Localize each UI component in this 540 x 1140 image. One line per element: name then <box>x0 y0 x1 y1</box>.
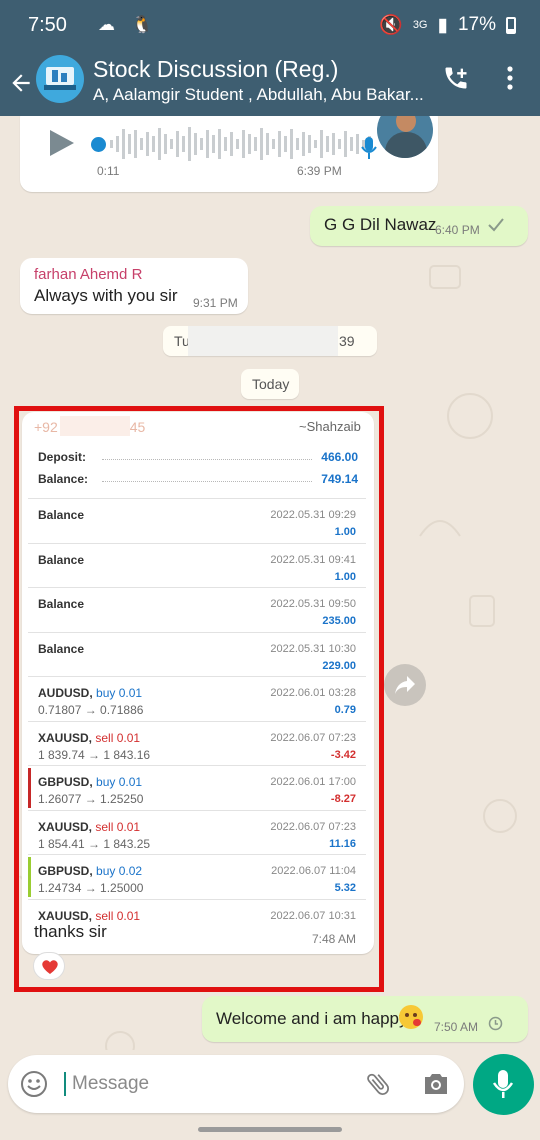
mic-icon <box>361 137 377 159</box>
redacted-region <box>188 326 338 356</box>
mic-icon <box>492 1070 514 1098</box>
message-time: 6:39 PM <box>297 164 342 178</box>
paperclip-icon[interactable] <box>364 1070 392 1098</box>
playback-position[interactable] <box>91 137 106 152</box>
status-right: 🔇 3G ▮ 17% <box>379 13 516 37</box>
more-vert-icon[interactable] <box>500 64 520 92</box>
date-text: Today <box>252 376 290 392</box>
status-bar: 7:50 ☁ 🐧 🔇 3G ▮ 17% <box>0 0 540 50</box>
status-time: 7:50 <box>28 14 67 36</box>
clock-icon <box>488 1016 503 1031</box>
kiss-emoji-icon <box>399 1005 423 1029</box>
system-nav-bar <box>0 1122 540 1140</box>
signal-icon: ▮ <box>437 14 448 36</box>
mute-icon: 🔇 <box>379 15 403 36</box>
date-divider: Tu 39 <box>163 326 377 356</box>
network-type: 3G <box>412 19 428 31</box>
message-input[interactable] <box>64 1067 344 1101</box>
waveform <box>110 127 371 161</box>
arrow-left-icon[interactable] <box>8 70 34 96</box>
check-icon <box>488 218 504 232</box>
forward-icon <box>395 676 415 694</box>
message-composer <box>8 1055 464 1113</box>
battery-icon <box>506 16 516 34</box>
message-time: 6:40 PM <box>435 223 480 237</box>
outgoing-message[interactable]: G G Dil Nawaz 6:40 PM <box>310 206 528 246</box>
outgoing-message[interactable]: Welcome and i am happy 7:50 AM <box>202 996 528 1042</box>
group-avatar[interactable] <box>36 55 84 103</box>
message-text: Always with you sir <box>34 286 178 305</box>
voice-duration: 0:11 <box>97 164 120 178</box>
date-text-end: 39 <box>339 333 355 349</box>
message-time: 9:31 PM <box>193 296 238 310</box>
annotation-highlight <box>14 406 384 992</box>
chat-members[interactable]: A, Aalamgir Student , Abdullah, Abu Baka… <box>93 85 433 105</box>
incoming-message[interactable]: farhan Ahemd R Always with you sir 9:31 … <box>20 258 248 314</box>
chat-title[interactable]: Stock Discussion (Reg.) <box>93 56 338 83</box>
play-icon[interactable] <box>48 128 76 158</box>
message-text: G G Dil Nawaz <box>324 215 437 234</box>
forward-button[interactable] <box>384 664 426 706</box>
camera-icon[interactable] <box>422 1071 450 1097</box>
battery-level: 17% <box>457 14 496 35</box>
home-handle[interactable] <box>198 1127 342 1132</box>
message-text: Welcome and i am happy <box>216 1009 408 1028</box>
date-divider-today: Today <box>241 369 299 399</box>
sender-name[interactable]: farhan Ahemd R <box>34 266 142 283</box>
smiley-icon[interactable] <box>20 1070 48 1098</box>
mic-button[interactable] <box>473 1054 534 1115</box>
chat-header: Stock Discussion (Reg.) A, Aalamgir Stud… <box>0 50 540 116</box>
notification-icons: ☁ 🐧 <box>98 15 159 34</box>
message-list[interactable]: 0:11 6:39 PM G G Dil Nawaz 6:40 PM farha… <box>0 116 540 1050</box>
sender-avatar[interactable] <box>377 116 433 158</box>
message-time: 7:50 AM <box>434 1020 479 1034</box>
add-call-icon[interactable] <box>442 64 470 92</box>
voice-note-bubble[interactable]: 0:11 6:39 PM <box>20 116 438 192</box>
